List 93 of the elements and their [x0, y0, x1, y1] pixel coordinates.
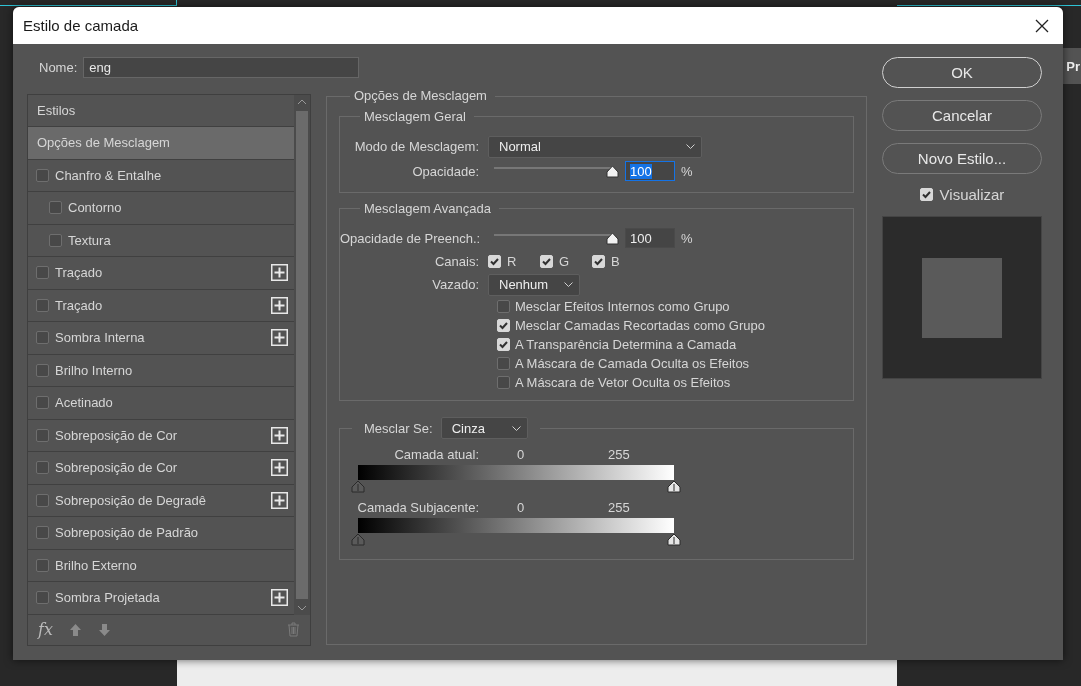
- dialog-button[interactable]: Cancelar: [882, 100, 1042, 131]
- slider-thumb[interactable]: [606, 232, 619, 245]
- field-label: Vazado:: [431, 277, 480, 292]
- section-title: Opções de Mesclagem: [350, 88, 495, 103]
- style-list-item[interactable]: Brilho Externo: [28, 549, 294, 582]
- checkbox-label: Visualizar: [939, 186, 1005, 203]
- add-icon[interactable]: [271, 264, 288, 282]
- effects-button[interactable]: fx: [38, 620, 53, 640]
- range-value: 0: [516, 499, 526, 515]
- field-label: Camada Subjacente:: [356, 499, 480, 515]
- checkbox[interactable]: [36, 526, 49, 540]
- style-list-item[interactable]: Traçado: [28, 257, 294, 290]
- name-field[interactable]: eng: [83, 57, 359, 78]
- checkbox[interactable]: [36, 558, 49, 572]
- scrollbar[interactable]: [294, 95, 310, 615]
- style-list-item[interactable]: Sombra Interna: [28, 322, 294, 355]
- option-label: Mesclar Efeitos Internos como Grupo: [515, 299, 730, 314]
- style-list-item[interactable]: Sobreposição de Degradê: [28, 484, 294, 517]
- arrow-down-icon[interactable]: [97, 622, 111, 637]
- knockout-dropdown[interactable]: Nenhum: [488, 273, 580, 296]
- dialog-button[interactable]: Novo Estilo...: [882, 143, 1042, 174]
- chevron-down-icon: [686, 144, 695, 149]
- field-label: Mesclar Se:: [364, 420, 433, 436]
- checkbox[interactable]: [36, 168, 49, 182]
- channel-label: B: [611, 253, 620, 269]
- channel-label: G: [559, 253, 570, 269]
- style-list-item[interactable]: Contorno: [28, 192, 294, 225]
- field-label: Opacidade:: [411, 163, 480, 179]
- checkbox[interactable]: [36, 461, 49, 475]
- blend-mode-dropdown[interactable]: Normal: [488, 135, 702, 158]
- add-icon[interactable]: [271, 426, 288, 444]
- checkbox[interactable]: [36, 493, 49, 507]
- channel-label: R: [507, 253, 517, 269]
- style-list-item[interactable]: Sombra Projetada: [28, 582, 294, 615]
- field-label: Camada atual:: [393, 446, 480, 462]
- slider-thumb[interactable]: [667, 480, 681, 493]
- checkbox[interactable]: [497, 357, 510, 370]
- field-label: Modo de Mesclagem:: [353, 139, 480, 154]
- unit-label: %: [681, 230, 693, 246]
- checkbox[interactable]: [49, 233, 62, 247]
- section-title: Mesclagem Avançada: [363, 201, 492, 216]
- style-list-item[interactable]: Sobreposição de Padrão: [28, 517, 294, 550]
- add-icon[interactable]: [271, 296, 288, 314]
- scrollbar-thumb[interactable]: [296, 111, 308, 599]
- slider-thumb[interactable]: [351, 533, 365, 546]
- blend-if-dropdown[interactable]: Cinza: [440, 417, 528, 439]
- window-title: Estilo de camada: [23, 17, 139, 34]
- style-list-item[interactable]: Opções de Mesclagem: [28, 127, 294, 160]
- checkbox[interactable]: [36, 266, 49, 280]
- range-value: 255: [608, 446, 630, 462]
- style-list-item[interactable]: Brilho Interno: [28, 354, 294, 387]
- close-icon[interactable]: [1035, 18, 1049, 33]
- dialog-button[interactable]: OK: [882, 57, 1042, 88]
- unit-label: %: [681, 163, 693, 179]
- style-list-item[interactable]: Traçado: [28, 289, 294, 322]
- section-title: Mesclagem Geral: [363, 109, 467, 124]
- checkbox[interactable]: [497, 376, 510, 389]
- number-field[interactable]: 100: [625, 228, 675, 248]
- style-list-item[interactable]: Chanfro & Entalhe: [28, 159, 294, 192]
- style-list-item[interactable]: Sobreposição de Cor: [28, 419, 294, 452]
- add-icon[interactable]: [271, 329, 288, 347]
- checkbox[interactable]: [36, 591, 49, 605]
- add-icon[interactable]: [271, 491, 288, 509]
- option-label: A Transparência Determina a Camada: [515, 337, 737, 352]
- checkbox[interactable]: [36, 396, 49, 410]
- slider-thumb[interactable]: [667, 533, 681, 546]
- option-label: A Máscara de Camada Oculta os Efeitos: [515, 356, 750, 371]
- style-list-item[interactable]: Sobreposição de Cor: [28, 452, 294, 485]
- option-label: Mesclar Camadas Recortadas como Grupo: [515, 318, 765, 333]
- slider-thumb[interactable]: [606, 165, 619, 178]
- range-value: 255: [608, 499, 630, 515]
- chevron-down-icon: [564, 282, 573, 287]
- style-list-item[interactable]: Textura: [28, 224, 294, 257]
- checkbox[interactable]: [36, 428, 49, 442]
- checkbox[interactable]: [49, 201, 62, 215]
- add-icon[interactable]: [271, 589, 288, 607]
- list-header: Estilos: [37, 103, 76, 118]
- chevron-down-icon: [511, 425, 521, 431]
- checkbox[interactable]: [36, 331, 49, 345]
- checkbox[interactable]: [36, 298, 49, 312]
- slider-thumb[interactable]: [351, 480, 365, 493]
- checkbox[interactable]: [36, 363, 49, 377]
- style-list-item[interactable]: Acetinado: [28, 387, 294, 420]
- range-value: 0: [516, 446, 526, 462]
- field-label: Opacidade de Preench.:: [340, 230, 482, 246]
- number-field[interactable]: 100: [625, 161, 675, 181]
- field-label: Nome:: [39, 60, 78, 75]
- add-icon[interactable]: [271, 459, 288, 477]
- option-label: A Máscara de Vetor Oculta os Efeitos: [515, 375, 731, 390]
- trash-icon[interactable]: [287, 622, 300, 638]
- field-label: Canais:: [433, 253, 480, 269]
- arrow-up-icon[interactable]: [68, 622, 82, 637]
- checkbox[interactable]: [497, 300, 510, 313]
